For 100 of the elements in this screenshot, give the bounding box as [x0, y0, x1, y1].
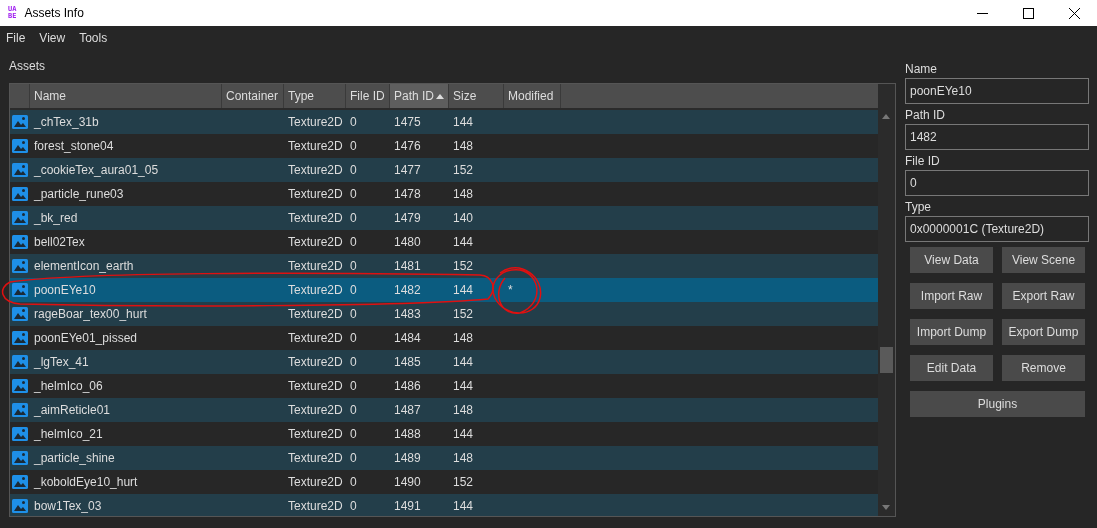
action-button[interactable]: View Data: [910, 247, 993, 273]
table-row[interactable]: _lgTex_41 Texture2D 0 1485 144: [10, 350, 878, 374]
table-cell: 1489: [394, 451, 421, 465]
table-row[interactable]: bow1Tex_03 Texture2D 0 1491 144: [10, 494, 878, 516]
table-cell: 152: [453, 307, 474, 321]
table-cell: 0: [350, 283, 357, 297]
table-row[interactable]: _cookieTex_aura01_05 Texture2D 0 1477 152: [10, 158, 878, 182]
image-icon: [12, 498, 28, 514]
table-cell: rageBoar_tex00_hurt: [34, 307, 147, 321]
table-cell: 144: [453, 379, 474, 393]
menu-item[interactable]: Tools: [79, 31, 108, 45]
table-cell: 1482: [394, 283, 421, 297]
window-title: Assets Info: [24, 6, 84, 20]
table-row[interactable]: poonEYe01_pissed Texture2D 0 1484 148: [10, 326, 878, 350]
action-button[interactable]: Edit Data: [910, 355, 993, 381]
menu-item[interactable]: View: [39, 31, 66, 45]
field-label: File ID: [905, 154, 941, 170]
table-cell: 1488: [394, 427, 421, 441]
table-cell: 1487: [394, 403, 421, 417]
action-button[interactable]: Remove: [1002, 355, 1085, 381]
table-row[interactable]: _helmIco_06 Texture2D 0 1486 144: [10, 374, 878, 398]
table-cell: elementIcon_earth: [34, 259, 134, 273]
table-cell: 0: [350, 427, 357, 441]
table-row[interactable]: forest_stone04 Texture2D 0 1476 148: [10, 134, 878, 158]
table-cell: 1486: [394, 379, 421, 393]
table-cell: 0: [350, 451, 357, 465]
column-header[interactable]: Type: [284, 84, 346, 108]
table-cell: Texture2D: [288, 283, 343, 297]
column-header[interactable]: Name: [30, 84, 222, 108]
table-cell: 0: [350, 307, 357, 321]
table-row[interactable]: poonEYe10 Texture2D 0 1482 144 *: [10, 278, 878, 302]
table-cell: 1477: [394, 163, 421, 177]
table-row[interactable]: _particle_rune03 Texture2D 0 1478 148: [10, 182, 878, 206]
scroll-up-icon[interactable]: [882, 114, 890, 119]
text-field[interactable]: 0x0000001C (Texture2D): [905, 216, 1089, 242]
text-field[interactable]: poonEYe10: [905, 78, 1089, 104]
table-cell: 144: [453, 235, 474, 249]
table-cell: 0: [350, 331, 357, 345]
table-cell: 1476: [394, 139, 421, 153]
image-icon: [12, 210, 28, 226]
action-button[interactable]: Export Raw: [1002, 283, 1085, 309]
table-cell: Texture2D: [288, 259, 343, 273]
table-cell: 1483: [394, 307, 421, 321]
field-label: Name: [905, 62, 938, 78]
table-cell: bow1Tex_03: [34, 499, 102, 513]
action-button[interactable]: Import Raw: [910, 283, 993, 309]
column-header[interactable]: Modified: [504, 84, 561, 108]
image-icon: [12, 114, 28, 130]
table-cell: Texture2D: [288, 235, 343, 249]
section-label: Assets: [9, 59, 46, 75]
table-cell: 0: [350, 235, 357, 249]
table-cell: 1475: [394, 115, 421, 129]
column-header[interactable]: Container: [222, 84, 284, 108]
table-row[interactable]: _particle_shine Texture2D 0 1489 148: [10, 446, 878, 470]
image-icon: [12, 474, 28, 490]
scroll-down-icon[interactable]: [882, 505, 890, 510]
table-cell: Texture2D: [288, 379, 343, 393]
table-row[interactable]: _bk_red Texture2D 0 1479 140: [10, 206, 878, 230]
close-icon: [1068, 7, 1080, 19]
table-cell: 144: [453, 427, 474, 441]
table-row[interactable]: _koboldEye10_hurt Texture2D 0 1490 152: [10, 470, 878, 494]
action-button[interactable]: Import Dump: [910, 319, 993, 345]
table-cell: 152: [453, 259, 474, 273]
table-cell: Texture2D: [288, 403, 343, 417]
table-row[interactable]: _helmIco_21 Texture2D 0 1488 144: [10, 422, 878, 446]
table-cell: 148: [453, 187, 474, 201]
image-icon: [12, 186, 28, 202]
action-button[interactable]: Export Dump: [1002, 319, 1085, 345]
table-row[interactable]: bell02Tex Texture2D 0 1480 144: [10, 230, 878, 254]
column-header[interactable]: Size: [449, 84, 504, 108]
text-field[interactable]: 0: [905, 170, 1089, 196]
table-cell: 1479: [394, 211, 421, 225]
column-header[interactable]: Path ID: [390, 84, 449, 108]
action-button[interactable]: View Scene: [1002, 247, 1085, 273]
text-field[interactable]: 1482: [905, 124, 1089, 150]
table-row[interactable]: _chTex_31b Texture2D 0 1475 144: [10, 110, 878, 134]
table-cell: 0: [350, 379, 357, 393]
table-row[interactable]: elementIcon_earth Texture2D 0 1481 152: [10, 254, 878, 278]
table-row[interactable]: _aimReticle01 Texture2D 0 1487 148: [10, 398, 878, 422]
table-cell: Texture2D: [288, 499, 343, 513]
image-icon: [12, 258, 28, 274]
table-cell: 1491: [394, 499, 421, 513]
table-cell: 152: [453, 475, 474, 489]
table-cell: 140: [453, 211, 474, 225]
table-cell: 0: [350, 187, 357, 201]
field-label: Path ID: [905, 108, 947, 124]
table-cell: 1485: [394, 355, 421, 369]
image-icon: [12, 426, 28, 442]
table-row[interactable]: rageBoar_tex00_hurt Texture2D 0 1483 152: [10, 302, 878, 326]
image-icon: [12, 378, 28, 394]
table-cell: 0: [350, 139, 357, 153]
table-cell: Texture2D: [288, 331, 343, 345]
image-icon: [12, 306, 28, 322]
field-label: Type: [905, 200, 932, 216]
image-icon: [12, 162, 28, 178]
table-cell: Texture2D: [288, 307, 343, 321]
scroll-thumb[interactable]: [880, 347, 893, 373]
table-cell: 1480: [394, 235, 421, 249]
menu-item[interactable]: File: [6, 31, 26, 45]
plugins-button[interactable]: Plugins: [910, 391, 1085, 417]
